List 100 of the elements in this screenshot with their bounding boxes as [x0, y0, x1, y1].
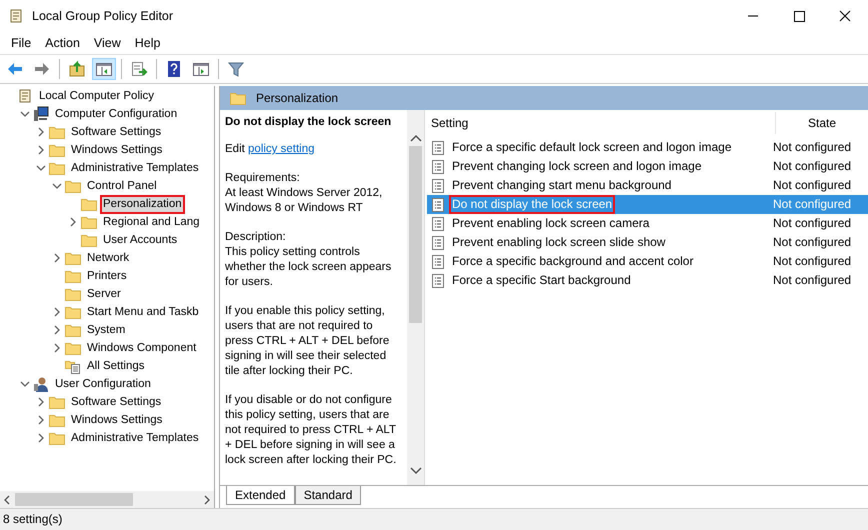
folder-icon — [49, 394, 65, 410]
setting-name: Prevent changing start menu background — [451, 177, 672, 194]
menu-item[interactable]: Help — [128, 34, 168, 52]
tree-item[interactable]: Start Menu and Taskb — [84, 302, 202, 322]
tab[interactable]: Extended — [226, 486, 295, 505]
chevron-right-icon[interactable] — [36, 145, 46, 155]
tree-item[interactable]: Windows Settings — [68, 410, 166, 430]
folder-icon — [65, 286, 81, 302]
chevron-right-icon[interactable] — [36, 433, 46, 443]
tree-item[interactable]: Windows Settings — [68, 140, 166, 160]
folder-icon — [65, 268, 81, 284]
column-header[interactable]: Setting — [427, 112, 776, 134]
chevron-down-icon[interactable] — [52, 181, 62, 191]
scroll-icon — [8, 8, 24, 24]
setting-name: Do not display the lock screen — [449, 195, 616, 214]
tree-item[interactable]: Personalization — [100, 194, 185, 214]
folder-icon — [81, 214, 97, 230]
tree-item[interactable]: Software Settings — [68, 392, 164, 412]
tree-item[interactable]: Server — [84, 284, 124, 304]
setting-state: Not configured — [772, 139, 852, 156]
folder-icon — [65, 322, 81, 338]
policy-setting-link[interactable]: policy setting — [248, 143, 315, 155]
policy-document-icon — [431, 236, 445, 250]
chevron-right-icon[interactable] — [52, 253, 62, 263]
policy-title: Do not display the lock screen — [225, 116, 392, 128]
tree-item[interactable]: Network — [84, 248, 132, 268]
setting-state: Not configured — [772, 196, 852, 213]
tab[interactable]: Standard — [294, 486, 362, 505]
chevron-right-icon[interactable] — [36, 397, 46, 407]
policy-document-icon — [431, 160, 445, 174]
folder-icon — [81, 232, 97, 248]
setting-name: Prevent enabling lock screen slide show — [451, 234, 666, 251]
column-header[interactable]: State — [776, 116, 868, 130]
setting-row[interactable]: Prevent enabling lock screen camera Not configured — [427, 214, 868, 233]
setting-state: Not configured — [772, 253, 852, 270]
edit-label: Edit — [225, 143, 245, 155]
folder-icon — [49, 412, 65, 428]
policy-document-icon — [431, 198, 445, 212]
setting-row[interactable]: Prevent enabling lock screen slide show Not configured — [427, 233, 868, 252]
folder-icon — [65, 340, 81, 356]
window-title: Local Group Policy Editor — [32, 9, 174, 23]
setting-row[interactable]: Prevent changing start menu background Not configured — [427, 176, 868, 195]
horizontal-scrollbar[interactable] — [0, 491, 214, 508]
setting-row[interactable]: Force a specific default lock screen and logon image Not configured — [427, 138, 868, 157]
setting-state: Not configured — [772, 272, 852, 289]
user-icon — [33, 376, 49, 392]
menu-item[interactable]: File — [4, 34, 38, 52]
chevron-left-icon[interactable] — [3, 494, 11, 504]
chevron-down-icon[interactable] — [410, 467, 422, 475]
setting-row[interactable]: Force a specific background and accent color Not configured — [427, 252, 868, 271]
folder-icon — [49, 430, 65, 446]
tree-item[interactable]: Printers — [84, 266, 130, 286]
chevron-right-icon[interactable] — [52, 325, 62, 335]
description-paragraph: Description: This policy setting controls whether the lock screen appears for users. — [225, 230, 392, 290]
scroll-icon — [17, 88, 33, 104]
setting-row[interactable]: Prevent changing lock screen and logon image Not configured — [427, 157, 868, 176]
vertical-scrollbar[interactable] — [407, 110, 424, 485]
tree-item[interactable]: All Settings — [84, 356, 148, 376]
folder-icon — [49, 160, 65, 176]
setting-row[interactable]: Force a specific Start background Not configured — [427, 271, 868, 290]
chevron-down-icon[interactable] — [20, 109, 30, 119]
tree-item[interactable]: Windows Component — [84, 338, 200, 358]
chevron-right-icon[interactable] — [52, 343, 62, 353]
tree-item[interactable]: Control Panel — [84, 176, 160, 196]
chevron-up-icon[interactable] — [410, 134, 422, 142]
status-bar: 8 setting(s) — [0, 509, 868, 530]
tree-item[interactable]: Regional and Lang — [100, 212, 203, 232]
menu-item[interactable]: View — [86, 34, 128, 52]
computer-icon — [33, 106, 49, 122]
menu-item[interactable]: Action — [38, 34, 87, 52]
description-paragraph: If you enable this policy setting, users that are not required to press CTRL + ALT + DEL before signing in will see their selected tile after locking their PC. — [225, 304, 390, 379]
folder-icon — [49, 142, 65, 158]
policy-document-icon — [431, 274, 445, 288]
chevron-right-icon[interactable] — [36, 415, 46, 425]
tree-item[interactable]: System — [84, 320, 128, 340]
chevron-right-icon[interactable] — [36, 127, 46, 137]
description-paragraph: If you disable or do not configure this policy setting, users that are not required to press CTRL + ALT + DEL before signing in will see a lock screen after locking their PC. — [225, 393, 398, 468]
chevron-right-icon[interactable] — [52, 307, 62, 317]
setting-state: Not configured — [772, 215, 852, 232]
tree-item[interactable]: Administrative Templates — [68, 428, 202, 448]
tree-item[interactable]: User Accounts — [100, 230, 180, 250]
pane-icon[interactable] — [92, 58, 116, 80]
folder-icon — [65, 250, 81, 266]
chevron-right-icon[interactable] — [203, 494, 211, 504]
folder-icon — [65, 178, 81, 194]
policy-document-icon — [431, 254, 445, 268]
policy-document-icon — [431, 178, 445, 192]
setting-state: Not configured — [772, 158, 852, 175]
setting-name: Prevent changing lock screen and logon image — [451, 158, 702, 175]
chevron-down-icon[interactable] — [36, 163, 46, 173]
tree-item[interactable]: Local Computer Policy — [36, 86, 158, 106]
tree-item[interactable]: Administrative Templates — [68, 158, 202, 178]
setting-name: Prevent enabling lock screen camera — [451, 215, 650, 232]
tree-item[interactable]: Computer Configuration — [52, 104, 180, 124]
settings-list-icon — [65, 358, 81, 374]
description-paragraph: Requirements: At least Windows Server 2012, Windows 8 or Windows RT — [225, 171, 384, 216]
chevron-down-icon[interactable] — [20, 379, 30, 389]
tree-item[interactable]: User Configuration — [52, 374, 154, 394]
chevron-right-icon[interactable] — [68, 217, 78, 227]
tree-item[interactable]: Software Settings — [68, 122, 164, 142]
